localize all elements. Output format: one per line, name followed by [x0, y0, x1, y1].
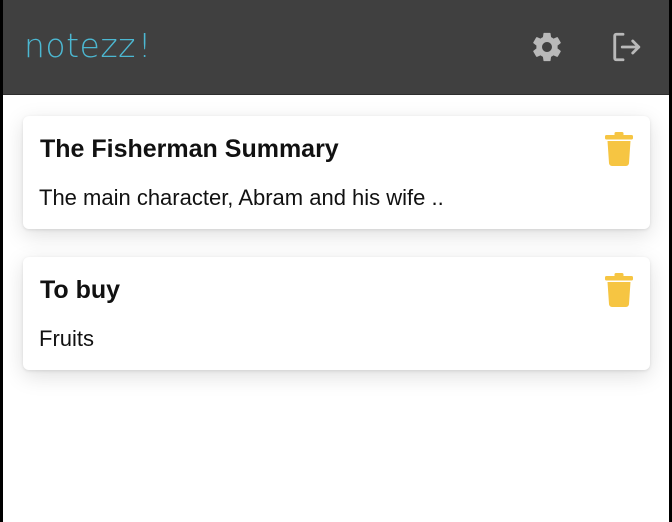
trash-icon [605, 132, 633, 166]
note-title: The Fisherman Summary [40, 135, 339, 163]
logout-button[interactable] [607, 28, 645, 66]
note-card[interactable]: To buy Fruits [23, 257, 650, 370]
app-bar: notezz! [3, 0, 669, 95]
settings-button[interactable] [528, 28, 566, 66]
app-logo[interactable]: notezz! [24, 24, 152, 68]
delete-note-button[interactable] [605, 132, 633, 166]
note-card[interactable]: The Fisherman Summary The main character… [23, 116, 650, 229]
note-preview: The main character, Abram and his wife .… [39, 185, 444, 210]
delete-note-button[interactable] [605, 273, 633, 307]
gear-icon [533, 32, 561, 62]
app-name: notezz [24, 26, 136, 65]
trash-icon [605, 273, 633, 307]
app-window: notezz! The Fisherman Summary The main c… [3, 0, 669, 522]
app-name-mark: ! [138, 26, 152, 65]
note-title: To buy [40, 276, 121, 304]
logout-icon [613, 32, 641, 62]
notes-list: The Fisherman Summary The main character… [3, 95, 669, 522]
note-preview: Fruits [39, 326, 94, 351]
